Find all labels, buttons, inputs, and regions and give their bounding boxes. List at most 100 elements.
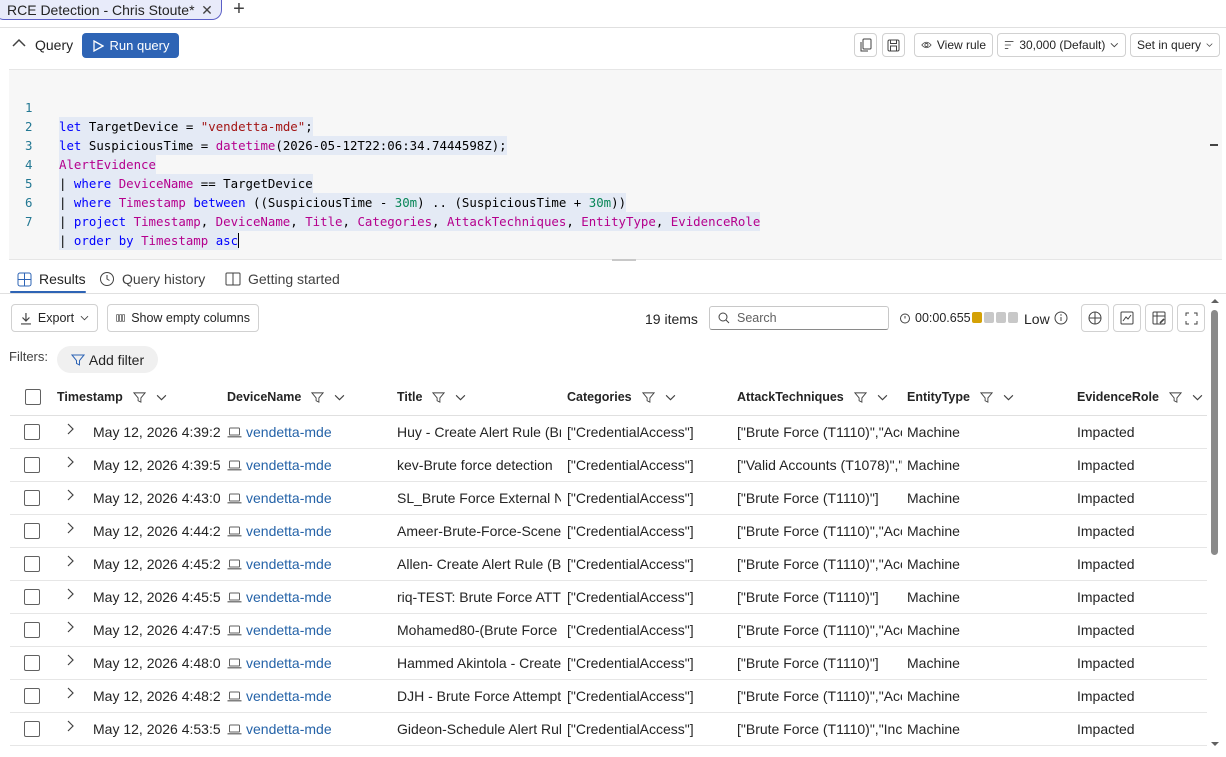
row-checkbox[interactable] <box>24 622 40 638</box>
table-row[interactable]: May 12, 2026 4:47:58 vendetta-mde Mohamed8… <box>10 614 1207 647</box>
chevron-down-icon[interactable] <box>455 394 466 401</box>
chevron-down-icon[interactable] <box>1003 394 1014 401</box>
device-link[interactable]: vendetta-mde <box>246 449 332 482</box>
row-checkbox[interactable] <box>24 721 40 737</box>
row-checkbox[interactable] <box>24 523 40 539</box>
chevron-right-icon[interactable] <box>63 482 77 515</box>
scroll-down-icon[interactable] <box>1210 739 1220 749</box>
column-header-evidencerole[interactable]: EvidenceRole <box>1077 378 1203 416</box>
chevron-right-icon[interactable] <box>63 680 77 713</box>
filter-icon[interactable] <box>853 391 867 404</box>
table-row[interactable]: May 12, 2026 4:43:08 vendetta-mde SL_Brute… <box>10 482 1207 515</box>
tab-rce-detection[interactable]: RCE Detection - Chris Stoute* ✕ <box>0 0 222 20</box>
table-row[interactable]: May 12, 2026 4:45:20 vendetta-mde Allen- C… <box>10 548 1207 581</box>
row-checkbox[interactable] <box>24 457 40 473</box>
device-link[interactable]: vendetta-mde <box>246 482 332 515</box>
chevron-down-icon[interactable] <box>334 394 345 401</box>
filter-icon[interactable] <box>311 391 325 404</box>
row-checkbox[interactable] <box>24 655 40 671</box>
column-header-title[interactable]: Title <box>397 378 466 416</box>
chevron-right-icon[interactable] <box>63 647 77 680</box>
row-checkbox[interactable] <box>24 556 40 572</box>
cell-devicename[interactable]: vendetta-mde <box>227 416 387 449</box>
row-checkbox[interactable] <box>24 424 40 440</box>
chevron-right-icon[interactable] <box>63 713 77 746</box>
fullscreen-button[interactable] <box>1177 304 1205 332</box>
chevron-up-icon[interactable] <box>10 34 28 52</box>
column-header-categories[interactable]: Categories <box>567 378 676 416</box>
cell-devicename[interactable]: vendetta-mde <box>227 482 387 515</box>
tab-getting-started[interactable]: Getting started <box>225 268 340 290</box>
device-link[interactable]: vendetta-mde <box>246 416 332 449</box>
run-query-button[interactable]: Run query <box>82 33 179 58</box>
device-link[interactable]: vendetta-mde <box>246 713 332 746</box>
copy-button[interactable] <box>854 33 877 57</box>
chevron-right-icon[interactable] <box>63 581 77 614</box>
device-link[interactable]: vendetta-mde <box>246 515 332 548</box>
chevron-right-icon[interactable] <box>63 614 77 647</box>
export-button[interactable]: Export <box>11 304 98 332</box>
select-all-checkbox[interactable] <box>25 378 41 416</box>
save-button[interactable] <box>882 33 905 57</box>
info-icon[interactable] <box>1054 311 1068 328</box>
chevron-right-icon[interactable] <box>63 548 77 581</box>
chevron-right-icon[interactable] <box>63 416 77 449</box>
show-empty-columns-button[interactable]: Show empty columns <box>107 304 259 332</box>
device-link[interactable]: vendetta-mde <box>246 647 332 680</box>
chevron-right-icon[interactable] <box>63 515 77 548</box>
row-limit-dropdown[interactable]: 30,000 (Default) <box>997 33 1126 57</box>
scroll-up-icon[interactable] <box>1210 296 1220 306</box>
search-input[interactable] <box>737 311 877 325</box>
filter-icon[interactable] <box>1168 391 1182 404</box>
column-header-devicename[interactable]: DeviceName <box>227 378 345 416</box>
cell-devicename[interactable]: vendetta-mde <box>227 449 387 482</box>
table-view-button[interactable] <box>1081 304 1109 332</box>
view-rule-button[interactable]: View rule <box>914 33 993 57</box>
filter-icon[interactable] <box>132 391 146 404</box>
table-row[interactable]: May 12, 2026 4:39:57 vendetta-mde kev-Brut… <box>10 449 1207 482</box>
table-row[interactable]: May 12, 2026 4:39:23 vendetta-mde Huy - Cr… <box>10 416 1207 449</box>
filter-icon[interactable] <box>641 391 655 404</box>
device-link[interactable]: vendetta-mde <box>246 548 332 581</box>
tab-results[interactable]: Results <box>17 268 86 290</box>
chevron-down-icon[interactable] <box>1192 394 1203 401</box>
scrollbar-thumb[interactable] <box>1211 310 1218 555</box>
device-link[interactable]: vendetta-mde <box>246 614 332 647</box>
chart-view-button[interactable] <box>1113 304 1141 332</box>
row-checkbox[interactable] <box>24 589 40 605</box>
table-row[interactable]: May 12, 2026 4:53:59 vendetta-mde Gideon-S… <box>10 713 1207 746</box>
column-header-timestamp[interactable]: Timestamp <box>57 378 167 416</box>
device-link[interactable]: vendetta-mde <box>246 680 332 713</box>
cell-devicename[interactable]: vendetta-mde <box>227 515 387 548</box>
cell-devicename[interactable]: vendetta-mde <box>227 548 387 581</box>
add-tab-icon[interactable]: + <box>229 0 249 20</box>
tab-query-history[interactable]: Query history <box>99 268 205 290</box>
resize-handle[interactable] <box>612 259 636 261</box>
query-editor[interactable]: 1 let TargetDevice = "vendetta-mde"; 2 l… <box>9 69 1222 261</box>
row-checkbox[interactable] <box>24 490 40 506</box>
close-icon[interactable]: ✕ <box>199 2 215 18</box>
time-range-dropdown[interactable]: Set in query <box>1130 33 1220 57</box>
cell-devicename[interactable]: vendetta-mde <box>227 680 387 713</box>
cell-devicename[interactable]: vendetta-mde <box>227 647 387 680</box>
chevron-right-icon[interactable] <box>63 449 77 482</box>
chevron-down-icon[interactable] <box>156 394 167 401</box>
vertical-scrollbar[interactable] <box>1208 296 1222 757</box>
cell-devicename[interactable]: vendetta-mde <box>227 614 387 647</box>
column-header-entitytype[interactable]: EntityType <box>907 378 1014 416</box>
filter-icon[interactable] <box>432 391 446 404</box>
search-box[interactable] <box>709 306 889 330</box>
row-checkbox[interactable] <box>24 688 40 704</box>
chevron-down-icon[interactable] <box>665 394 676 401</box>
table-row[interactable]: May 12, 2026 4:48:29 vendetta-mde DJH - Br… <box>10 680 1207 713</box>
device-link[interactable]: vendetta-mde <box>246 581 332 614</box>
chevron-down-icon[interactable] <box>877 394 888 401</box>
add-filter-button[interactable]: Add filter <box>57 346 158 373</box>
filter-icon[interactable] <box>979 391 993 404</box>
table-row[interactable]: May 12, 2026 4:48:06 vendetta-mde Hammed A… <box>10 647 1207 680</box>
table-row[interactable]: May 12, 2026 4:44:24 vendetta-mde Ameer-Br… <box>10 515 1207 548</box>
table-settings-button[interactable] <box>1145 304 1173 332</box>
column-header-attacktechniques[interactable]: AttackTechniques <box>737 378 888 416</box>
cell-devicename[interactable]: vendetta-mde <box>227 713 387 746</box>
cell-devicename[interactable]: vendetta-mde <box>227 581 387 614</box>
